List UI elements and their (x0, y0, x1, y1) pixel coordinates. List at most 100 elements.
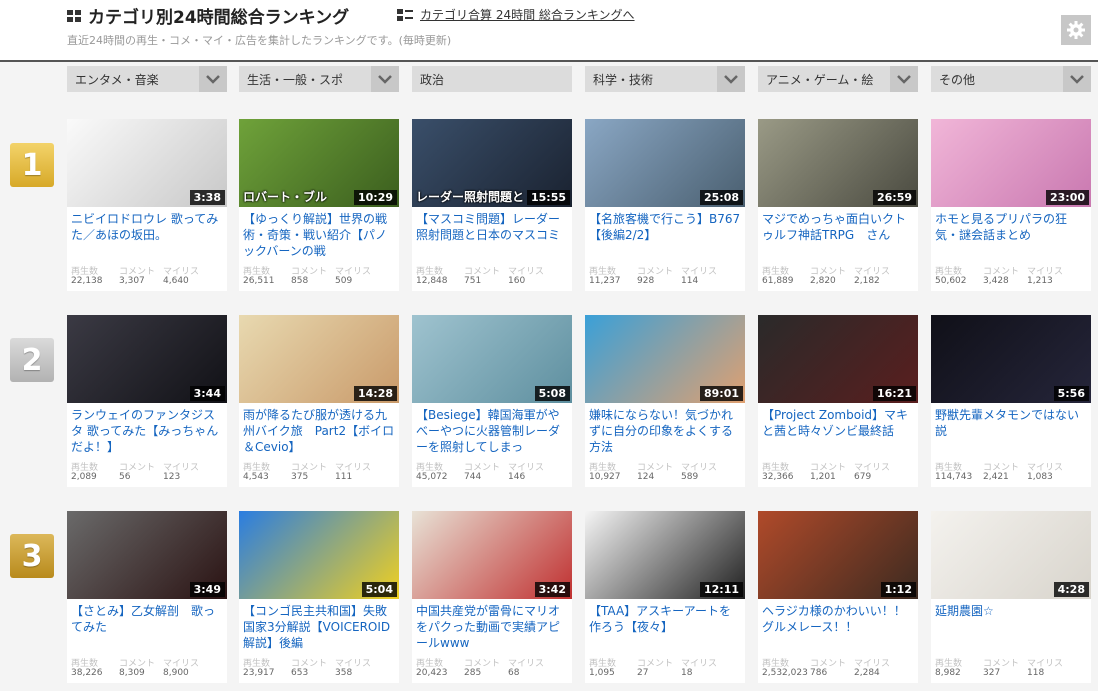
video-title-link[interactable]: 【マスコミ問題】レーダー照射問題と日本のマスコミ (416, 211, 569, 261)
chevron-down-icon (1070, 75, 1084, 84)
video-title-link[interactable]: 嫌味にならない！気づかれずに自分の印象をよくする方法 (589, 407, 742, 457)
video-title-link[interactable]: 【Besiege】韓国海軍がやべーやつに火器管制レーダーを照射してしまっ (416, 407, 569, 457)
dropdown-button[interactable] (199, 66, 227, 92)
video-card[interactable]: 3:49 【さとみ】乙女解剖 歌ってみた 再生数 コメント マイリス 38,226 8,30… (67, 511, 227, 683)
stat-values: 61,889 2,820 2,182 (762, 276, 894, 286)
video-thumbnail[interactable]: 26:59 (758, 119, 918, 207)
video-thumbnail[interactable]: 3:49 (67, 511, 227, 599)
video-thumbnail[interactable]: 25:08 (585, 119, 745, 207)
video-card[interactable]: 26:59 マジでめっちゃ面白いクトゥルフ神話TRPG さん 再生数 コメント マイリス… (758, 119, 918, 291)
mylist-count: 123 (163, 472, 181, 482)
category-label: エンタメ・音楽 (75, 73, 159, 87)
video-title-link[interactable]: ヘラジカ様のかわいい！！グルメレース！！ (762, 603, 915, 653)
video-thumbnail[interactable]: 3:38 (67, 119, 227, 207)
video-thumbnail[interactable]: 4:28 (931, 511, 1091, 599)
video-thumbnail[interactable]: 16:21 (758, 315, 918, 403)
rank-badge-2: 2 (10, 338, 54, 382)
duration-badge: 14:28 (353, 386, 397, 401)
views-count: 45,072 (416, 472, 448, 482)
video-title-link[interactable]: 野獣先輩メタモンではない説 (935, 407, 1088, 457)
category-tab-0[interactable]: エンタメ・音楽 (67, 66, 227, 92)
dropdown-button[interactable] (890, 66, 918, 92)
video-title-link[interactable]: 【コンゴ民主共和国】失敗国家3分解説【VOICEROID解説】後編 (243, 603, 396, 653)
video-card[interactable]: 89:01 嫌味にならない！気づかれずに自分の印象をよくする方法 再生数 コメント マイ… (585, 315, 745, 487)
video-thumbnail[interactable]: 3:42 (412, 511, 572, 599)
category-label: 生活・一般・スポ (247, 73, 344, 87)
comments-count: 3,428 (983, 276, 1009, 286)
video-thumbnail[interactable]: 5:56 (931, 315, 1091, 403)
video-card[interactable]: 4:28 延期農園☆ 再生数 コメント マイリス 8,982 327 118 (931, 511, 1091, 683)
stat-values: 50,602 3,428 1,213 (935, 276, 1067, 286)
video-card[interactable]: 5:56 野獣先輩メタモンではない説 再生数 コメント マイリス 114,743 2,421… (931, 315, 1091, 487)
video-card[interactable]: 14:28 雨が降るたび服が透ける九州バイク旅 Part2【ボイロ＆Cevio】再… (239, 315, 399, 487)
video-card[interactable]: ロバート・ブル 10:29 【ゆっくり解説】世界の戦術・奇策・戦い紹介【パノックバー… (239, 119, 399, 291)
video-title-link[interactable]: ホモと見るプリパラの狂気・謎会話まとめ (935, 211, 1088, 261)
video-thumbnail[interactable]: 14:28 (239, 315, 399, 403)
dropdown-button[interactable] (717, 66, 745, 92)
video-card[interactable]: 16:21 【Project Zomboid】マキと茜と時々ゾンビ最終話 再生数 コメ… (758, 315, 918, 487)
mylist-count: 1,213 (1027, 276, 1053, 286)
video-thumbnail[interactable]: 5:08 (412, 315, 572, 403)
video-title-link[interactable]: 中国共産党が雷骨にマリオをパクった動画で実績アピールwww (416, 603, 569, 653)
video-title-link[interactable]: 【さとみ】乙女解剖 歌ってみた (71, 603, 224, 653)
video-card[interactable]: 5:08 【Besiege】韓国海軍がやべーやつに火器管制レーダーを照射してしまっ… (412, 315, 572, 487)
video-thumbnail[interactable]: 89:01 (585, 315, 745, 403)
video-title-link[interactable]: 【TAA】アスキーアートを作ろう【夜々】 (589, 603, 742, 653)
category-tab-4[interactable]: アニメ・ゲーム・絵 (758, 66, 918, 92)
video-card[interactable]: 1:12 ヘラジカ様のかわいい！！グルメレース！！ 再生数 コメント マイリス 2,532… (758, 511, 918, 683)
video-card[interactable]: 3:44 ランウェイのファンタジスタ 歌ってみた【みっちゃんだよ！】 再生数 コメント… (67, 315, 227, 487)
video-card[interactable]: 12:11 【TAA】アスキーアートを作ろう【夜々】 再生数 コメント マイリス 1,09… (585, 511, 745, 683)
mylist-count: 111 (335, 472, 353, 482)
comments-count: 2,820 (810, 276, 836, 286)
video-card[interactable]: 5:04 【コンゴ民主共和国】失敗国家3分解説【VOICEROID解説】後編 再生数… (239, 511, 399, 683)
video-title-link[interactable]: マジでめっちゃ面白いクトゥルフ神話TRPG さん (762, 211, 915, 261)
video-thumbnail[interactable]: 12:11 (585, 511, 745, 599)
mylist-count: 589 (681, 472, 699, 482)
video-title-link[interactable]: 【Project Zomboid】マキと茜と時々ゾンビ最終話 (762, 407, 915, 457)
mylist-count: 358 (335, 668, 353, 678)
video-thumbnail[interactable]: 3:44 (67, 315, 227, 403)
combined-ranking-link[interactable]: カテゴリ合算 24時間 総合ランキングへ (420, 6, 635, 23)
dropdown-button[interactable] (371, 66, 399, 92)
video-title-link[interactable]: 雨が降るたび服が透ける九州バイク旅 Part2【ボイロ＆Cevio】 (243, 407, 396, 457)
video-card[interactable]: レーダー照射問題と 15:55 【マスコミ問題】レーダー照射問題と日本のマスコミ 再生… (412, 119, 572, 291)
duration-badge: 15:55 (526, 190, 570, 205)
category-tab-3[interactable]: 科学・技術 (585, 66, 745, 92)
video-card[interactable]: 23:00 ホモと見るプリパラの狂気・謎会話まとめ 再生数 コメント マイリス 50,60… (931, 119, 1091, 291)
views-count: 20,423 (416, 668, 448, 678)
video-thumbnail[interactable]: 1:12 (758, 511, 918, 599)
video-title-link[interactable]: ランウェイのファンタジスタ 歌ってみた【みっちゃんだよ！】 (71, 407, 224, 457)
video-title-link[interactable]: 【名旅客機で行こう】B767【後編2/2】 (589, 211, 742, 261)
video-title-link[interactable]: 【ゆっくり解説】世界の戦術・奇策・戦い紹介【パノックバーンの戦 (243, 211, 396, 261)
stat-values: 11,237 928 114 (589, 276, 721, 286)
comments-count: 858 (291, 276, 309, 286)
video-thumbnail[interactable]: レーダー照射問題と 15:55 (412, 119, 572, 207)
category-tab-1[interactable]: 生活・一般・スポ (239, 66, 399, 92)
mylist-count: 1,083 (1027, 472, 1053, 482)
video-thumbnail[interactable]: 5:04 (239, 511, 399, 599)
dropdown-button[interactable] (1063, 66, 1091, 92)
video-title-link[interactable]: 延期農園☆ (935, 603, 1088, 653)
stat-values: 114,743 2,421 1,083 (935, 472, 1067, 482)
category-label: アニメ・ゲーム・絵 (766, 73, 874, 87)
video-title-link[interactable]: ニビイロドロウレ 歌ってみた／あほの坂田。 (71, 211, 224, 261)
stat-values: 45,072 744 146 (416, 472, 548, 482)
category-tab-5[interactable]: その他 (931, 66, 1091, 92)
page-title: カテゴリ別24時間総合ランキング (88, 8, 350, 28)
video-thumbnail[interactable]: ロバート・ブル 10:29 (239, 119, 399, 207)
stat-values: 4,543 375 111 (243, 472, 375, 482)
mylist-count: 2,284 (854, 668, 880, 678)
comments-count: 8,309 (119, 668, 145, 678)
stat-values: 22,138 3,307 4,640 (71, 276, 203, 286)
mylist-count: 118 (1027, 668, 1045, 678)
comments-count: 3,307 (119, 276, 145, 286)
stat-values: 26,511 858 509 (243, 276, 375, 286)
video-card[interactable]: 3:42 中国共産党が雷骨にマリオをパクった動画で実績アピールwww 再生数 コメント… (412, 511, 572, 683)
duration-badge: 10:29 (353, 190, 397, 205)
video-card[interactable]: 3:38 ニビイロドロウレ 歌ってみた／あほの坂田。 再生数 コメント マイリス 22,1… (67, 119, 227, 291)
category-tab-2[interactable]: 政治 (412, 66, 572, 92)
video-thumbnail[interactable]: 23:00 (931, 119, 1091, 207)
settings-button[interactable] (1061, 15, 1091, 45)
gear-icon (1067, 21, 1085, 39)
video-card[interactable]: 25:08 【名旅客機で行こう】B767【後編2/2】 再生数 コメント マイリス 11,… (585, 119, 745, 291)
